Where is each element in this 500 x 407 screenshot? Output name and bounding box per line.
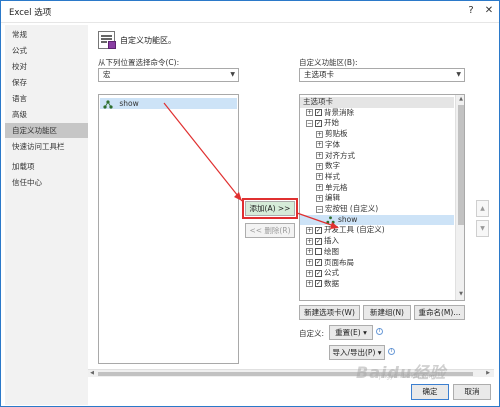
watermark-sub: jingyan.baidu.com <box>379 373 435 380</box>
annotation-arrows <box>163 102 339 229</box>
excel-options-window: Excel 选项 ? ✕ 常规 公式 校对 保存 语言 高级 自定义功能区 快速… <box>0 0 500 407</box>
